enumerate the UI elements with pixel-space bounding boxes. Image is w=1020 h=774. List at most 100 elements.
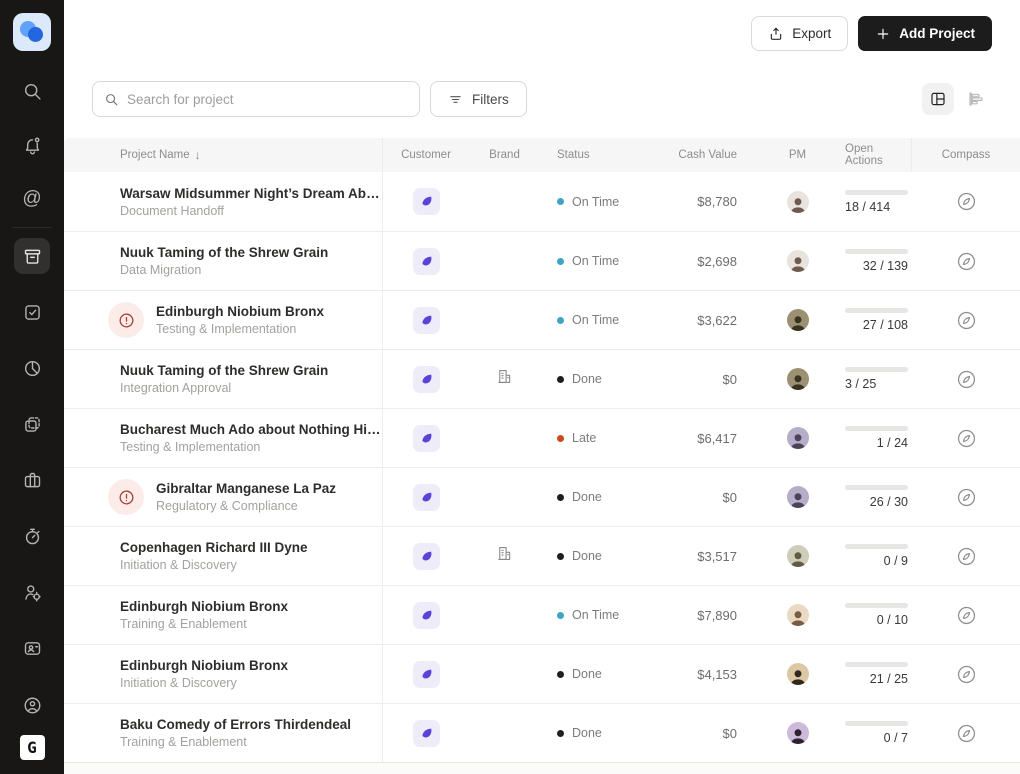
brand-building-icon[interactable]	[495, 367, 514, 391]
mentions-icon[interactable]: @	[14, 181, 50, 217]
customer-leaf-icon[interactable]	[413, 602, 440, 629]
project-phase: Training & Enablement	[120, 735, 351, 749]
table-row[interactable]: Bucharest Much Ado about Nothing Hide Te…	[64, 408, 1020, 467]
sidebar-item-tasks[interactable]	[14, 294, 50, 330]
pm-avatar[interactable]	[787, 663, 809, 685]
compass-cell	[912, 291, 1020, 349]
customer-leaf-icon[interactable]	[413, 188, 440, 215]
customer-leaf-icon[interactable]	[413, 543, 440, 570]
customer-leaf-icon[interactable]	[413, 248, 440, 275]
customer-leaf-icon[interactable]	[413, 366, 440, 393]
table-body: Warsaw Midsummer Night’s Dream Abampere …	[64, 172, 1020, 762]
table-row[interactable]: Gibraltar Manganese La Paz Regulatory & …	[64, 467, 1020, 526]
project-phase: Testing & Implementation	[156, 322, 324, 336]
sort-descending-icon[interactable]: ↓	[195, 148, 201, 162]
compass-icon[interactable]	[953, 307, 979, 333]
compass-icon[interactable]	[953, 661, 979, 687]
open-actions-cell: 27 / 108	[845, 291, 912, 349]
project-name-cell: Edinburgh Niobium Bronx Training & Enabl…	[64, 586, 383, 644]
pm-cell	[750, 232, 845, 290]
sidebar-item-team-settings-icon[interactable]	[14, 574, 50, 610]
column-header-project-name[interactable]: Project Name ↓	[64, 138, 383, 172]
brand-cell	[469, 409, 540, 467]
status-cell: Done	[540, 468, 650, 526]
search-input[interactable]	[127, 92, 408, 107]
add-project-button[interactable]: Add Project	[858, 16, 992, 51]
open-actions-cell: 0 / 7	[845, 704, 912, 762]
column-header-cash-value[interactable]: Cash Value	[650, 149, 750, 161]
cash-value: $0	[723, 372, 737, 387]
customer-leaf-icon[interactable]	[413, 425, 440, 452]
search-icon[interactable]	[14, 73, 50, 109]
toolbar: Filters	[92, 81, 992, 117]
compass-icon[interactable]	[953, 602, 979, 628]
status-label: Done	[572, 490, 602, 504]
table-row[interactable]: Nuuk Taming of the Shrew Grain Integrati…	[64, 349, 1020, 408]
customer-cell	[383, 468, 469, 526]
column-header-open-actions[interactable]: Open Actions	[845, 138, 912, 172]
export-button[interactable]: Export	[751, 16, 848, 51]
table-row[interactable]: Baku Comedy of Errors Thirdendeal Traini…	[64, 703, 1020, 762]
status-label: Done	[572, 667, 602, 681]
sidebar-item-archive[interactable]	[14, 238, 50, 274]
customer-leaf-icon[interactable]	[413, 720, 440, 747]
compass-icon[interactable]	[953, 425, 979, 451]
compass-icon[interactable]	[953, 366, 979, 392]
column-header-compass[interactable]: Compass	[912, 149, 1020, 161]
pm-avatar[interactable]	[787, 722, 809, 744]
pm-avatar[interactable]	[787, 486, 809, 508]
table-row[interactable]: Edinburgh Niobium Bronx Testing & Implem…	[64, 290, 1020, 349]
compass-icon[interactable]	[953, 484, 979, 510]
sidebar-item-contacts-card-icon[interactable]	[14, 630, 50, 666]
pm-avatar[interactable]	[787, 545, 809, 567]
filters-button[interactable]: Filters	[430, 81, 527, 117]
brand-building-icon[interactable]	[495, 544, 514, 568]
brand-logo[interactable]: G	[20, 735, 45, 760]
status-cell: On Time	[540, 232, 650, 290]
timeline-view-button[interactable]	[960, 83, 992, 115]
pm-avatar[interactable]	[787, 309, 809, 331]
compass-icon[interactable]	[953, 189, 979, 215]
table-row[interactable]: Nuuk Taming of the Shrew Grain Data Migr…	[64, 231, 1020, 290]
cash-value-cell: $4,153	[650, 645, 750, 703]
cash-value: $6,417	[697, 431, 737, 446]
column-header-brand[interactable]: Brand	[469, 149, 540, 161]
table-row[interactable]: Warsaw Midsummer Night’s Dream Abampere …	[64, 172, 1020, 231]
open-actions-cell: 18 / 414	[845, 172, 912, 231]
sidebar-item-copies-icon[interactable]	[14, 406, 50, 442]
status-dot	[557, 612, 564, 619]
app-logo[interactable]	[13, 13, 51, 51]
compass-icon[interactable]	[953, 543, 979, 569]
compass-cell	[912, 586, 1020, 644]
customer-leaf-icon[interactable]	[413, 661, 440, 688]
column-header-pm[interactable]: PM	[750, 149, 845, 161]
brand-cell	[469, 172, 540, 231]
customer-cell	[383, 232, 469, 290]
pm-avatar[interactable]	[787, 191, 809, 213]
customer-leaf-icon[interactable]	[413, 484, 440, 511]
account-user-circle-icon[interactable]	[14, 687, 50, 723]
project-name-cell: Nuuk Taming of the Shrew Grain Data Migr…	[64, 232, 383, 290]
pm-avatar[interactable]	[787, 427, 809, 449]
customer-leaf-icon[interactable]	[413, 307, 440, 334]
compass-icon[interactable]	[953, 720, 979, 746]
compass-icon[interactable]	[953, 248, 979, 274]
projects-table: Project Name ↓ Customer Brand Status Cas…	[64, 138, 1020, 774]
cash-value-cell: $3,517	[650, 527, 750, 585]
sidebar-item-reports-pie-icon[interactable]	[14, 350, 50, 386]
table-row[interactable]: Edinburgh Niobium Bronx Training & Enabl…	[64, 585, 1020, 644]
pm-avatar[interactable]	[787, 368, 809, 390]
table-row[interactable]: Edinburgh Niobium Bronx Initiation & Dis…	[64, 644, 1020, 703]
table-view-button[interactable]	[922, 83, 954, 115]
pm-cell	[750, 172, 845, 231]
column-header-status[interactable]: Status	[540, 149, 650, 161]
pm-avatar[interactable]	[787, 250, 809, 272]
table-row[interactable]: Copenhagen Richard III Dyne Initiation &…	[64, 526, 1020, 585]
notifications-bell-icon[interactable]	[14, 127, 50, 163]
sidebar-item-portfolio-briefcase-icon[interactable]	[14, 462, 50, 498]
column-header-customer[interactable]: Customer	[383, 149, 469, 161]
sidebar-item-timer-icon[interactable]	[14, 518, 50, 554]
topbar: Export Add Project	[751, 16, 992, 51]
main-content: Export Add Project Filters	[64, 0, 1020, 774]
pm-avatar[interactable]	[787, 604, 809, 626]
